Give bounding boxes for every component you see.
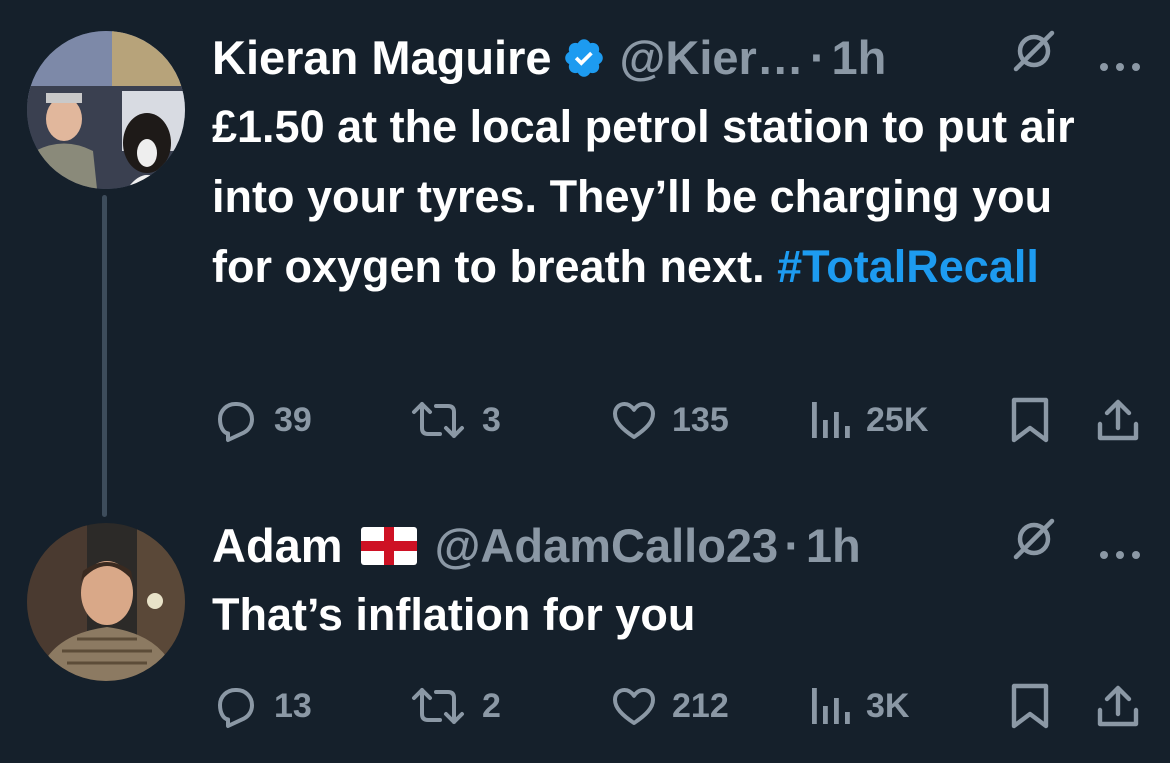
share-button[interactable]	[1094, 682, 1142, 730]
retweet-count: 3	[482, 400, 501, 439]
views-button[interactable]: 3K	[808, 684, 909, 728]
author-name[interactable]: Adam	[212, 516, 343, 576]
author-name[interactable]: Kieran Maguire	[212, 28, 552, 88]
thread-connector-line	[102, 195, 107, 517]
timestamp[interactable]: 1h	[806, 516, 861, 576]
retweet-button[interactable]: 3	[408, 396, 501, 444]
grok-icon[interactable]	[1010, 515, 1058, 577]
view-count: 25K	[866, 400, 929, 439]
reply-count: 39	[274, 400, 312, 439]
avatar[interactable]	[27, 523, 185, 681]
views-button[interactable]: 25K	[808, 398, 928, 442]
like-count: 135	[672, 400, 729, 439]
author-handle[interactable]: @AdamCallo23	[435, 516, 779, 576]
timestamp[interactable]: 1h	[831, 28, 886, 88]
tweet-action-bar: 13 2 212 3K	[0, 681, 1170, 731]
retweet-count: 2	[482, 686, 501, 725]
views-chart-icon	[812, 402, 850, 438]
tweet-card[interactable]: Adam @AdamCallo23 · 1h That’s inflation …	[212, 516, 1142, 650]
like-count: 212	[672, 686, 729, 725]
reply-count: 13	[274, 686, 312, 725]
tweet-action-bar: 39 3 135 25K	[0, 395, 1170, 445]
header-actions	[1010, 28, 1142, 88]
tweet-header: Adam @AdamCallo23 · 1h	[212, 516, 1142, 576]
reply-button[interactable]: 39	[212, 396, 312, 444]
like-button[interactable]: 135	[610, 396, 729, 444]
avatar-photo	[27, 31, 185, 189]
tweet-card[interactable]: Kieran Maguire @Kier… · 1h £1.50 at the …	[212, 28, 1142, 302]
bookmark-icon	[1011, 683, 1049, 729]
retweet-button[interactable]: 2	[408, 682, 501, 730]
england-flag-icon	[360, 527, 417, 565]
reply-icon	[218, 402, 254, 442]
avatar-photo	[27, 523, 185, 681]
verified-badge-icon	[562, 36, 606, 80]
retweet-icon	[412, 402, 464, 438]
reply-button[interactable]: 13	[212, 682, 312, 730]
separator-dot: ·	[809, 31, 826, 84]
tweet-text: That’s inflation for you	[212, 580, 1112, 650]
more-options-icon[interactable]	[1098, 28, 1142, 88]
share-button[interactable]	[1094, 396, 1142, 444]
reply-icon	[218, 688, 254, 728]
heart-icon	[613, 402, 655, 439]
retweet-icon	[412, 688, 464, 724]
bookmark-button[interactable]	[1008, 396, 1052, 444]
header-actions	[1010, 516, 1142, 576]
tweet-text-content: That’s inflation for you	[212, 589, 696, 640]
tweet-text: £1.50 at the local petrol station to put…	[212, 92, 1112, 302]
more-options-icon[interactable]	[1098, 516, 1142, 576]
share-icon	[1097, 399, 1139, 441]
hashtag-link[interactable]: #TotalRecall	[777, 241, 1039, 292]
share-icon	[1097, 685, 1139, 727]
view-count: 3K	[866, 686, 910, 725]
bookmark-icon	[1011, 397, 1049, 443]
separator-dot: ·	[784, 519, 800, 572]
bookmark-button[interactable]	[1008, 682, 1052, 730]
like-button[interactable]: 212	[610, 682, 729, 730]
grok-icon[interactable]	[1010, 27, 1058, 89]
avatar[interactable]	[27, 31, 185, 189]
author-handle[interactable]: @Kier…	[620, 28, 804, 88]
tweet-header: Kieran Maguire @Kier… · 1h	[212, 28, 1142, 88]
views-chart-icon	[812, 688, 850, 724]
heart-icon	[613, 688, 655, 725]
